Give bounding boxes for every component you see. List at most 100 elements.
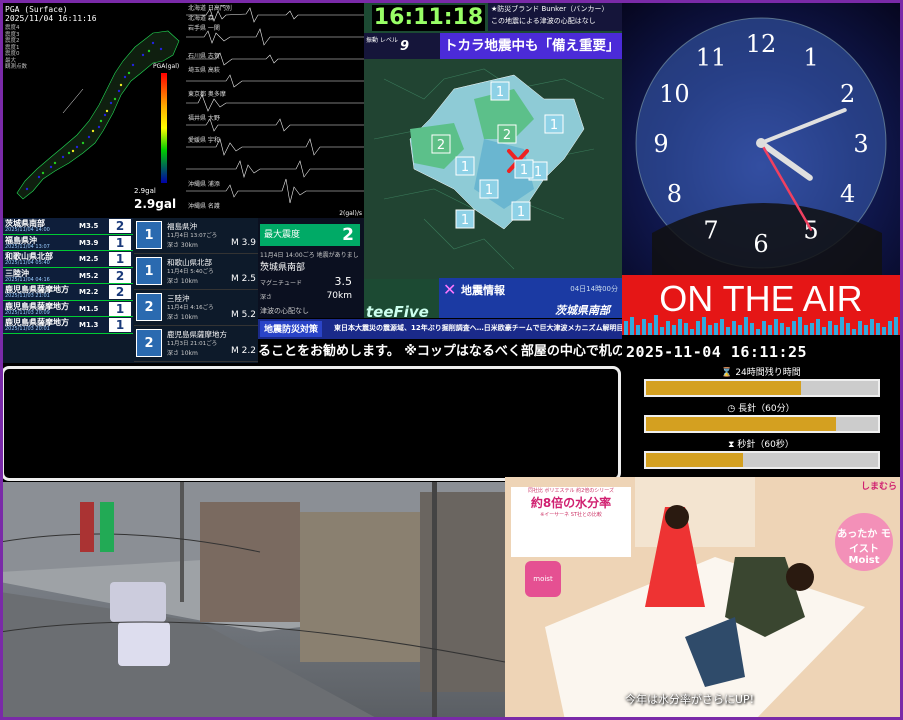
- max-intensity-panel: 最大震度 2 11月4日 14:00ごろ 地震がありました。 茨城県南部 マグニチ…: [258, 218, 364, 318]
- intensity-badge: 1: [109, 318, 131, 332]
- svg-text:1: 1: [534, 165, 542, 180]
- intensity-marker: 1: [455, 156, 475, 176]
- news-headline: トカラ地震中も「備え重要」: [440, 33, 622, 59]
- quake-magnitude: M2.2: [79, 288, 99, 296]
- promo-headline: 約8倍の水分率: [530, 496, 612, 510]
- intensity-tag: 2: [136, 293, 162, 321]
- intensity-tag: 2: [136, 329, 162, 357]
- quake-date: 2025/11/04 13:07: [5, 243, 50, 250]
- svg-text:1: 1: [517, 205, 525, 220]
- intensity-marker: 1: [544, 114, 564, 134]
- ticker-headline: 東日本大震災の震源域、12年ぶり掘削調査へ…日米欧豪チームで巨大津波メカニズム解…: [334, 324, 622, 332]
- seismo-station: 岩手県 一関: [188, 25, 220, 32]
- intensity-marker: 1: [514, 159, 534, 179]
- program-caption: 今年は水分率がさらにUP!: [625, 693, 755, 706]
- earthquake-list: 茨城県南部 2025/11/04 14:00 M3.5 2 福島県沖 2025/1…: [3, 218, 133, 334]
- pga-max: 2.9gal: [134, 197, 177, 211]
- tv-program-feed: 同社比 ボリエステル 約2倍のシリーズ 約8倍の水分率 ※イーサーネ ST社との…: [505, 477, 903, 720]
- seismo-unit: 2(gal)/s: [339, 210, 362, 217]
- max-intensity-box: 最大震度 2: [260, 224, 360, 246]
- svg-text:1: 1: [550, 118, 558, 133]
- intensity-badge: 2: [109, 219, 131, 233]
- hourglass-icon: ⌛: [721, 368, 733, 378]
- clock-digital: 16:11:18: [372, 5, 485, 31]
- earthquake-detail: 1 和歌山県北部 11月4日 5:40ごろ 深さ 10km M 2.5: [134, 254, 258, 290]
- news-ticker: 地震防災対策 東日本大震災の震源域、12年ぶり掘削調査へ…日米欧豪チームで巨大津…: [258, 318, 622, 365]
- empty-message-box: [1, 366, 621, 481]
- ticker-crawl: ることをお勧めします。 ※コップはなるべく部屋の中心で机の上などに: [258, 342, 622, 362]
- intensity-badge: 2: [109, 268, 131, 283]
- intensity-tag: 1: [136, 221, 162, 249]
- earthquake-detail-list: 1 福島県沖 11月4日 13:07ごろ 深さ 30km M 3.9 1 和歌山県…: [134, 218, 258, 362]
- quake-magnitude: M3.9: [79, 238, 99, 247]
- svg-text:1: 1: [496, 85, 504, 100]
- clock-numeral: 9: [653, 130, 668, 158]
- quake-date: 2025/11/04 05:40: [5, 260, 50, 266]
- japan-pga-map: [16, 30, 180, 200]
- promo-panel: 同社比 ボリエステル 約2倍のシリーズ 約8倍の水分率 ※イーサーネ ST社との…: [511, 487, 631, 557]
- progress-bar: [644, 415, 880, 433]
- earthquake-row: 鹿児島県薩摩地方 2025/11/03 20:01 M1.3 1: [3, 317, 133, 334]
- clock-numeral: 3: [853, 130, 868, 158]
- pga-title: PGA (Surface) 2025/11/04 16:11:16: [5, 5, 97, 23]
- clock-numeral: 10: [659, 80, 690, 108]
- shimamura-logo: しまむら: [860, 482, 897, 492]
- earthquake-list-panel: 茨城県南部 2025/11/04 14:00 M3.5 2 福島県沖 2025/1…: [3, 218, 258, 363]
- intensity-marker: 2: [497, 124, 517, 144]
- earthquake-detail: 2 鹿児島県薩摩地方 11月3日 21:01ごろ 深さ 10km M 2.2: [134, 326, 258, 362]
- clock-icon: ◷: [727, 404, 736, 414]
- pga-stats: 震度4 震度3 震度2 震度1 震度0 最大 観測点数: [5, 25, 28, 70]
- quake-magnitude: M5.2: [79, 271, 99, 280]
- intensity-badge: 2: [109, 285, 131, 299]
- intensity-tag: 1: [136, 257, 162, 285]
- stopwatch-icon: ⧗: [728, 440, 735, 450]
- quake-date: 2025/11/03 20:01: [5, 326, 50, 332]
- earthquake-row: 茨城県南部 2025/11/04 14:00 M3.5 2: [3, 218, 133, 235]
- intensity-marker: 1: [455, 209, 475, 229]
- earthquake-row: 鹿児島県薩摩地方 2025/11/03 21:01 M2.2 2: [3, 284, 133, 301]
- svg-text:1: 1: [520, 163, 528, 178]
- equalizer-bars: [624, 315, 898, 335]
- intensity-badge: 1: [109, 235, 131, 250]
- datetime-display: 2025-11-04 16:11:25: [626, 343, 808, 361]
- seismo-station: 埼玉県 高萩: [188, 67, 220, 74]
- analog-clock: 12 1234567891011: [635, 17, 887, 275]
- street-camera-feed: [0, 482, 505, 720]
- clock-numeral: 6: [753, 230, 768, 258]
- depth-label: 深さ: [260, 294, 273, 301]
- progress-fill: [646, 453, 744, 467]
- quake-date: 2025/11/04 14:00: [5, 227, 50, 233]
- progress-bar: [644, 451, 880, 469]
- seismo-station: 東京都 奥多摩: [188, 91, 226, 98]
- seismo-station: 沖縄県 名護: [188, 203, 220, 210]
- moist-logo: moist: [525, 561, 561, 597]
- quake-magnitude: M1.5: [79, 304, 99, 313]
- clock-numeral: 8: [667, 180, 682, 208]
- seismo-station: 福井県 大野: [188, 115, 220, 122]
- svg-text:1: 1: [461, 213, 469, 228]
- pga-max-small: 2.9gal: [134, 187, 156, 195]
- intensity-badge: 1: [109, 301, 131, 316]
- quake-magnitude: M3.5: [79, 222, 99, 230]
- quake-place: 茨城県南部: [260, 263, 306, 273]
- earthquake-row: 鹿児島県薩摩地方 2025/11/03 20:09 M1.5 1: [3, 300, 133, 317]
- svg-text:2: 2: [503, 128, 511, 143]
- earthquake-detail: 2 三陸沖 11月4日 4:16ごろ 深さ 10km M 5.2: [134, 290, 258, 326]
- intensity-marker: 1: [479, 179, 499, 199]
- pga-map-panel: PGA (Surface) 2025/11/04 16:11:16 震度4 震度3 震…: [3, 3, 186, 218]
- clock-center: [756, 138, 766, 148]
- earthquake-row: 和歌山県北部 2025/11/04 05:40 M2.5 1: [3, 251, 133, 268]
- tsunami-note: 津波の心配なし: [260, 307, 309, 315]
- cross-icon: ✕: [443, 280, 457, 299]
- svg-text:1: 1: [485, 183, 493, 198]
- intensity-marker: 1: [511, 201, 531, 221]
- seismo-station: 沖縄県 浦添: [188, 181, 220, 188]
- seismograph-panel: 北海道 日高門別 北海道 森 岩手県 一関 石川県 志賀 埼玉県 高萩 東京都 …: [186, 3, 364, 218]
- intensity-map-panel: 1122111111 16:11:18 ★防災ブランド Bunker（バンカー）…: [364, 3, 622, 343]
- seismo-station: 愛媛県 宇和: [188, 137, 220, 144]
- progress-fill: [646, 381, 802, 395]
- intensity-badge: 1: [109, 252, 131, 266]
- clock-numeral: 12: [746, 30, 777, 58]
- quake-info-box: ✕ 地震情報 04日14時00分 茨城県南部: [439, 278, 622, 322]
- analog-clock-panel: 12 1 2 3 4 5 6 7 8 9 10 11: [622, 3, 900, 275]
